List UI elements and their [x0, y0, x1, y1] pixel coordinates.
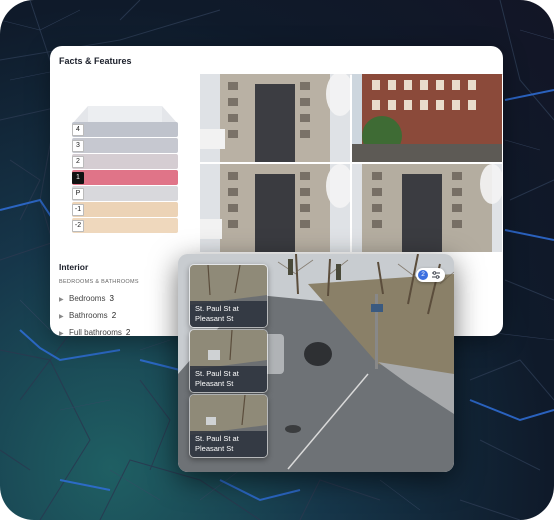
full-bathrooms-row[interactable]: ▶ Full bathrooms 2 — [59, 328, 130, 336]
traffic-camera-panel: St. Paul St at Pleasant St St. Paul St a… — [178, 254, 454, 472]
floor-minus-2[interactable]: -2 — [72, 218, 178, 233]
building-photo-2-image — [352, 74, 502, 162]
floor-minus-1[interactable]: -1 — [72, 202, 178, 217]
floor-label-3: 3 — [72, 140, 84, 152]
building-photo-3[interactable] — [200, 164, 350, 252]
floor-1[interactable]: 1 — [72, 170, 178, 185]
floor-label-2: 2 — [72, 156, 84, 168]
camera-thumbnail-2-label: St. Paul St at Pleasant St — [190, 366, 267, 392]
camera-location-line-2: Pleasant St — [195, 378, 234, 388]
bedrooms-value: 3 — [109, 294, 114, 303]
camera-thumbnail-3[interactable]: St. Paul St at Pleasant St — [189, 394, 268, 458]
building-photo-1-image — [200, 74, 350, 162]
building-photo-4[interactable] — [352, 164, 502, 252]
floor-4[interactable]: 4 — [72, 122, 178, 137]
filter-icon — [432, 271, 440, 279]
building-photo-3-image — [200, 164, 350, 252]
camera-thumbnail-2[interactable]: St. Paul St at Pleasant St — [189, 329, 268, 393]
camera-thumbnail-1[interactable]: St. Paul St at Pleasant St — [189, 264, 268, 328]
floor-2[interactable]: 2 — [72, 154, 178, 169]
floor-3[interactable]: 3 — [72, 138, 178, 153]
expand-arrow-icon: ▶ — [59, 314, 64, 320]
camera-location-line-1: St. Paul St at — [195, 369, 239, 378]
camera-location-line-1: St. Paul St at — [195, 304, 239, 313]
filter-count: 2 — [418, 270, 428, 280]
camera-thumbnail-3-label: St. Paul St at Pleasant St — [190, 431, 267, 457]
camera-location-line-1: St. Paul St at — [195, 434, 239, 443]
photo-grid — [200, 74, 503, 252]
background-frame: Facts & Features 4 3 2 1 P -1 -2 Interio… — [0, 0, 554, 520]
floor-label-p: P — [72, 188, 84, 200]
expand-arrow-icon: ▶ — [59, 331, 64, 336]
bathrooms-label: Bathrooms — [69, 311, 108, 320]
building-photo-1[interactable] — [200, 74, 350, 162]
camera-thumbnail-1-label: St. Paul St at Pleasant St — [190, 301, 267, 327]
bathrooms-value: 2 — [111, 311, 117, 320]
floor-label-4: 4 — [72, 124, 84, 136]
building-photo-2[interactable] — [352, 74, 502, 162]
filter-badge[interactable]: 2 — [416, 268, 445, 282]
expand-arrow-icon: ▶ — [59, 297, 64, 303]
building-photo-4-image — [352, 164, 502, 252]
floor-label-minus-2: -2 — [72, 220, 84, 232]
interior-subtitle: BEDROOMS & BATHROOMS — [59, 279, 139, 285]
camera-location-line-2: Pleasant St — [195, 443, 234, 453]
full-bathrooms-value: 2 — [125, 328, 131, 336]
bedrooms-row[interactable]: ▶ Bedrooms 3 — [59, 294, 114, 303]
full-bathrooms-label: Full bathrooms — [69, 328, 122, 336]
floor-p[interactable]: P — [72, 186, 178, 201]
card-header: Facts & Features — [50, 46, 503, 75]
floor-label-1: 1 — [72, 172, 84, 184]
camera-location-line-2: Pleasant St — [195, 313, 234, 323]
interior-title: Interior — [59, 262, 89, 272]
bedrooms-label: Bedrooms — [69, 294, 106, 303]
bathrooms-row[interactable]: ▶ Bathrooms 2 — [59, 311, 116, 320]
floor-label-minus-1: -1 — [72, 204, 84, 216]
card-title: Facts & Features — [59, 56, 132, 66]
